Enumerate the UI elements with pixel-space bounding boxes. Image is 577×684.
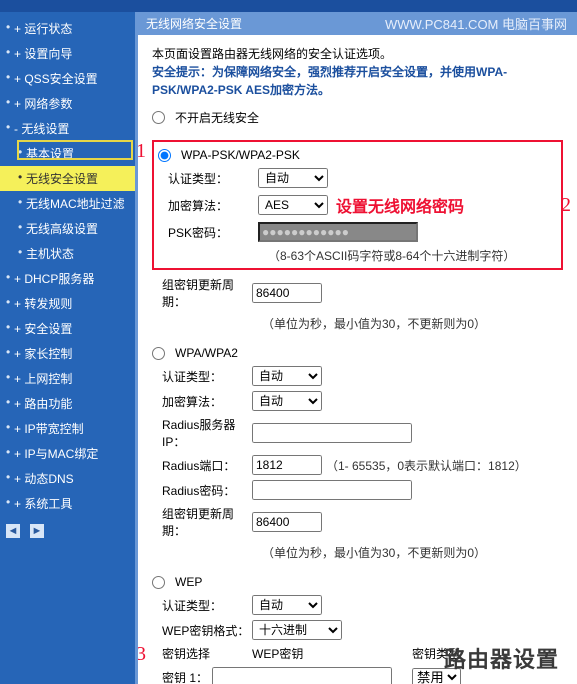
annotation-set-password: 设置无线网络密码 — [336, 193, 464, 217]
sidebar: + 运行状态+ 设置向导+ QSS安全设置+ 网络参数- 无线设置基本设置无线安… — [0, 12, 135, 684]
sidebar-item-13[interactable]: + 家长控制 — [0, 341, 135, 366]
watermark-text: WWW.PC841.COM 电脑百事网 — [385, 14, 567, 33]
wpa-rekey-input[interactable] — [252, 512, 322, 532]
sidebar-item-12[interactable]: + 安全设置 — [0, 316, 135, 341]
rekey-hint: （单位为秒，最小值为30，不更新则为0） — [152, 315, 563, 332]
footer-logo: 路由器设置 — [444, 642, 559, 674]
radius-port-input[interactable] — [252, 455, 322, 475]
sidebar-item-4[interactable]: - 无线设置 — [0, 116, 135, 141]
radio-wpa[interactable] — [152, 347, 165, 360]
highlight-box-wpapsk: WPA-PSK/WPA2-PSK 认证类型： 自动 加密算法： AES 设置无线… — [152, 140, 563, 270]
sidebar-item-2[interactable]: + QSS安全设置 — [0, 66, 135, 91]
radius-pwd-input[interactable] — [252, 480, 412, 500]
radio-wep[interactable] — [152, 576, 165, 589]
sidebar-item-9[interactable]: 主机状态 — [0, 241, 135, 266]
radio-wep-label: WEP — [175, 575, 202, 589]
sidebar-item-3[interactable]: + 网络参数 — [0, 91, 135, 116]
sidebar-item-5[interactable]: 基本设置 — [0, 141, 135, 166]
auth-type-label: 认证类型： — [158, 170, 258, 187]
wep-fmt-select[interactable]: 十六进制 — [252, 620, 342, 640]
sidebar-item-17[interactable]: + IP与MAC绑定 — [0, 441, 135, 466]
enc-algo-label: 加密算法： — [158, 197, 258, 214]
psk-hint: （8-63个ASCII码字符或8-64个十六进制字符） — [158, 247, 557, 264]
radio-none[interactable] — [152, 111, 165, 124]
panel-title-bar: 无线网络安全设置 WWW.PC841.COM 电脑百事网 — [138, 12, 577, 35]
sidebar-item-16[interactable]: + IP带宽控制 — [0, 416, 135, 441]
main-panel: 无线网络安全设置 WWW.PC841.COM 电脑百事网 本页面设置路由器无线网… — [135, 12, 577, 684]
wep-key-1-input[interactable] — [212, 667, 392, 684]
scroll-right[interactable]: ► — [30, 524, 44, 538]
panel-title: 无线网络安全设置 — [146, 17, 242, 31]
psk-label: PSK密码： — [158, 224, 258, 241]
sidebar-item-8[interactable]: 无线高级设置 — [0, 216, 135, 241]
enc-algo-select[interactable]: AES — [258, 195, 328, 215]
psk-password-input[interactable] — [258, 222, 418, 242]
annotation-2: 2 — [561, 194, 571, 217]
radio-none-label: 不开启无线安全 — [175, 109, 259, 126]
auth-type-select[interactable]: 自动 — [258, 168, 328, 188]
sidebar-item-14[interactable]: + 上网控制 — [0, 366, 135, 391]
radius-ip-input[interactable] — [252, 423, 412, 443]
sidebar-item-18[interactable]: + 动态DNS — [0, 466, 135, 491]
rekey-input[interactable] — [252, 283, 322, 303]
wpa-enc-select[interactable]: 自动 — [252, 391, 322, 411]
sidebar-item-7[interactable]: 无线MAC地址过滤 — [0, 191, 135, 216]
radio-wpapsk[interactable] — [158, 149, 171, 162]
sidebar-item-10[interactable]: + DHCP服务器 — [0, 266, 135, 291]
wpa-auth-select[interactable]: 自动 — [252, 366, 322, 386]
annotation-3: 3 — [136, 643, 146, 666]
scroll-left[interactable]: ◄ — [6, 524, 20, 538]
sidebar-item-0[interactable]: + 运行状态 — [0, 16, 135, 41]
rekey-label: 组密钥更新周期： — [152, 276, 252, 310]
sidebar-item-6[interactable]: 无线安全设置 — [0, 166, 135, 191]
sidebar-item-11[interactable]: + 转发规则 — [0, 291, 135, 316]
sidebar-item-1[interactable]: + 设置向导 — [0, 41, 135, 66]
sidebar-item-15[interactable]: + 路由功能 — [0, 391, 135, 416]
sidebar-item-19[interactable]: + 系统工具 — [0, 491, 135, 516]
radio-wpapsk-label: WPA-PSK/WPA2-PSK — [181, 148, 300, 162]
annotation-1: 1 — [136, 140, 146, 163]
intro-text: 本页面设置路由器无线网络的安全认证选项。 安全提示：为保障网络安全，强烈推荐开启… — [152, 45, 563, 99]
radio-wpa-label: WPA/WPA2 — [175, 346, 238, 360]
wep-auth-select[interactable]: 自动 — [252, 595, 322, 615]
